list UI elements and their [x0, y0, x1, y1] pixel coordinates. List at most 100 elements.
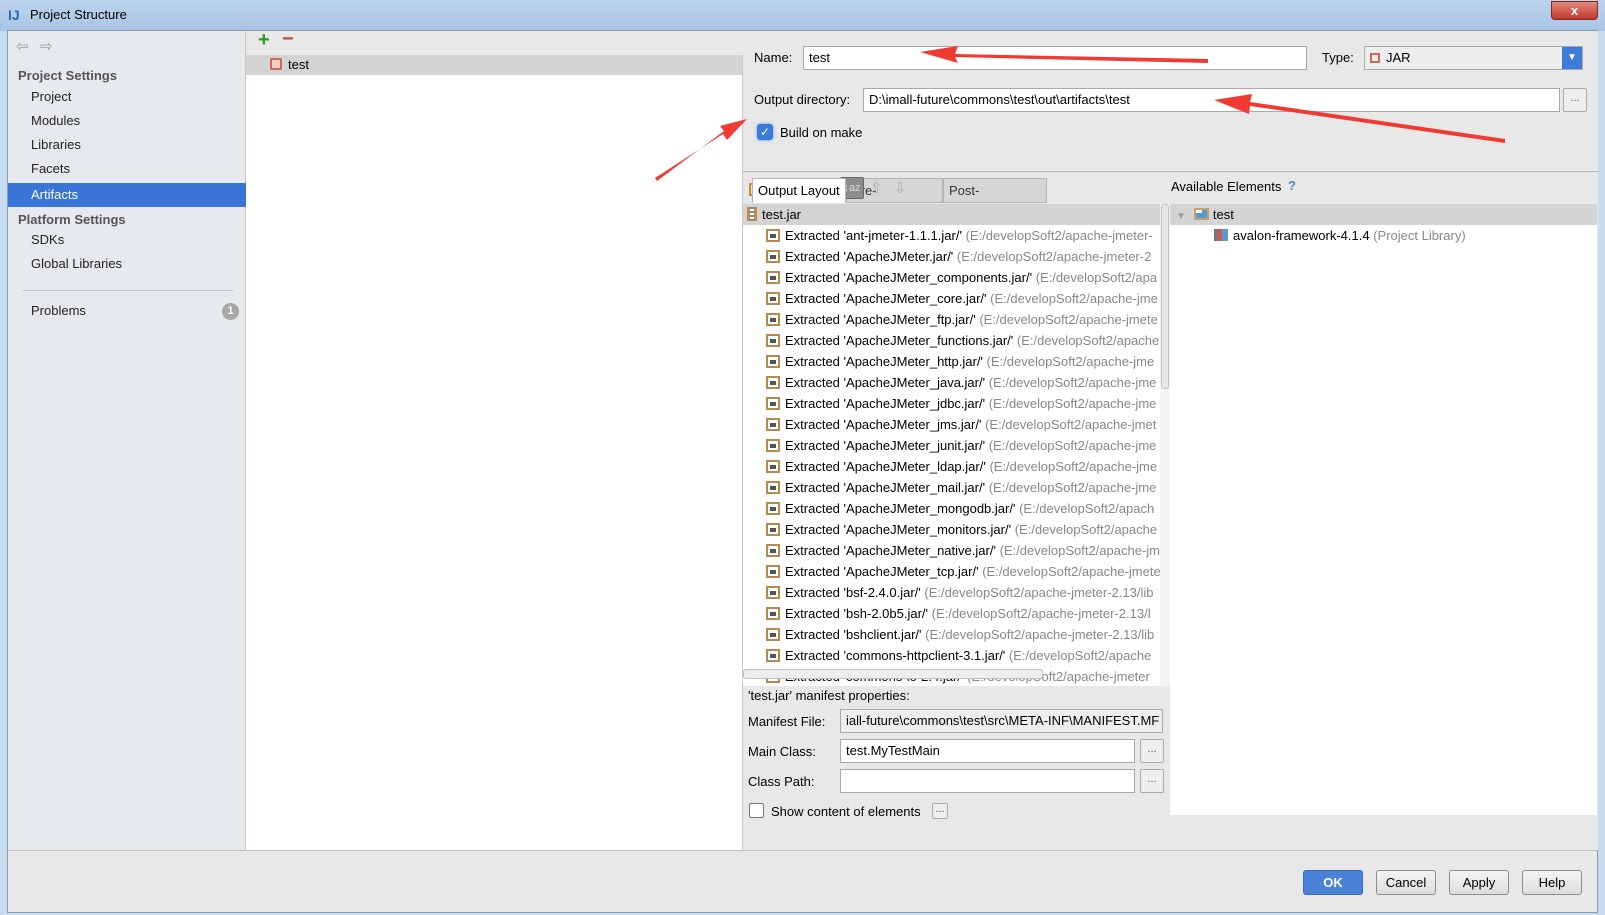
- extracted-directory-icon: [766, 502, 780, 515]
- tree-row[interactable]: Extracted 'ApacheJMeter_java.jar/' (E:/d…: [743, 372, 1160, 393]
- project-settings-heading: Project Settings: [18, 68, 117, 83]
- apply-button[interactable]: Apply: [1449, 870, 1509, 895]
- row-path: (E:/developSoft2/apache-jme: [990, 291, 1158, 306]
- row-name: 'ApacheJMeter_java.jar/': [843, 375, 986, 390]
- ok-button[interactable]: OK: [1303, 870, 1363, 895]
- main-class-input[interactable]: test.MyTestMain: [840, 739, 1135, 763]
- window-title: Project Structure: [30, 7, 127, 22]
- row-path: (E:/developSoft2/apa: [1035, 270, 1158, 285]
- tree-row[interactable]: Extracted 'ApacheJMeter_components.jar/'…: [743, 267, 1160, 288]
- sidebar-item-facets[interactable]: Facets: [8, 157, 246, 181]
- row-path: (E:/developSoft2/apache-jmet: [985, 417, 1157, 432]
- browse-class-path-button[interactable]: ...: [1140, 769, 1164, 793]
- close-button[interactable]: x: [1551, 1, 1598, 20]
- row-path: (E:/developSoft2/apache-jmete: [979, 312, 1158, 327]
- extracted-directory-icon: [766, 565, 780, 578]
- library-name: avalon-framework-4.1.4: [1233, 228, 1370, 243]
- tree-row[interactable]: Extracted 'ApacheJMeter_ftp.jar/' (E:/de…: [743, 309, 1160, 330]
- row-path: (E:/developSoft2/apache-jme: [988, 438, 1157, 453]
- tree-row[interactable]: Extracted 'ApacheJMeter_tcp.jar/' (E:/de…: [743, 561, 1160, 582]
- browse-output-directory-button[interactable]: ...: [1563, 88, 1587, 112]
- available-library-item[interactable]: avalon-framework-4.1.4 (Project Library): [1170, 225, 1597, 246]
- sidebar-item-global-libraries[interactable]: Global Libraries: [8, 252, 246, 276]
- row-name: 'ApacheJMeter.jar/': [843, 249, 954, 264]
- build-on-make-checkbox[interactable]: ✓: [757, 124, 773, 140]
- show-content-options-button[interactable]: ...: [932, 803, 948, 819]
- available-root-test[interactable]: ▼ test: [1170, 204, 1597, 225]
- row-path: (E:/developSoft2/apache-jm: [999, 543, 1160, 558]
- extracted-directory-icon: [766, 481, 780, 494]
- sidebar-item-problems[interactable]: Problems: [8, 299, 246, 323]
- row-prefix: Extracted: [785, 291, 840, 306]
- tree-row[interactable]: Extracted 'ApacheJMeter.jar/' (E:/develo…: [743, 246, 1160, 267]
- cancel-button[interactable]: Cancel: [1376, 870, 1436, 895]
- tree-root-test-jar[interactable]: test.jar: [743, 204, 1160, 225]
- artifact-item-test[interactable]: test: [246, 55, 742, 75]
- tree-row[interactable]: Extracted 'ApacheJMeter_http.jar/' (E:/d…: [743, 351, 1160, 372]
- row-path: (E:/developSoft2/apache-jme: [986, 354, 1155, 369]
- tree-row[interactable]: Extracted 'ApacheJMeter_junit.jar/' (E:/…: [743, 435, 1160, 456]
- sidebar-item-modules[interactable]: Modules: [8, 109, 246, 133]
- show-content-checkbox[interactable]: [749, 803, 764, 818]
- row-name: 'bsf-2.4.0.jar/': [843, 585, 921, 600]
- manifest-file-label: Manifest File:: [748, 714, 826, 729]
- chevron-down-icon[interactable]: ▼: [1562, 47, 1582, 69]
- row-prefix: Extracted: [785, 585, 840, 600]
- remove-artifact-button[interactable]: −: [282, 28, 294, 51]
- tree-row[interactable]: Extracted 'ApacheJMeter_jms.jar/' (E:/de…: [743, 414, 1160, 435]
- sidebar-item-sdks[interactable]: SDKs: [8, 228, 246, 252]
- tab-post-processing[interactable]: Post-processing: [943, 178, 1047, 222]
- row-name: 'ApacheJMeter_core.jar/': [843, 291, 987, 306]
- row-prefix: Extracted: [785, 396, 840, 411]
- row-name: 'bshclient.jar/': [843, 627, 922, 642]
- forward-arrow-icon[interactable]: ⇨: [40, 37, 53, 55]
- name-input[interactable]: test: [803, 46, 1307, 70]
- class-path-input[interactable]: [840, 769, 1135, 793]
- row-prefix: Extracted: [785, 438, 840, 453]
- move-down-icon[interactable]: ⇩: [894, 179, 907, 197]
- build-on-make-label: Build on make: [780, 125, 863, 140]
- tree-row[interactable]: Extracted 'commons-httpclient-3.1.jar/' …: [743, 645, 1160, 666]
- tree-row[interactable]: Extracted 'bshclient.jar/' (E:/developSo…: [743, 624, 1160, 645]
- tree-row[interactable]: Extracted 'ApacheJMeter_mongodb.jar/' (E…: [743, 498, 1160, 519]
- tree-row[interactable]: Extracted 'bsf-2.4.0.jar/' (E:/developSo…: [743, 582, 1160, 603]
- expand-triangle-icon[interactable]: ▼: [1176, 211, 1186, 222]
- tab-output-layout[interactable]: Output Layout: [752, 178, 846, 203]
- tree-row[interactable]: Extracted 'ApacheJMeter_jdbc.jar/' (E:/d…: [743, 393, 1160, 414]
- tree-row[interactable]: Extracted 'ApacheJMeter_ldap.jar/' (E:/d…: [743, 456, 1160, 477]
- row-path: (E:/developSoft2/apache-jmeter-2: [956, 249, 1152, 264]
- sidebar-item-artifacts[interactable]: Artifacts: [8, 183, 246, 207]
- back-arrow-icon[interactable]: ⇦: [16, 37, 29, 55]
- extracted-directory-icon: [766, 292, 780, 305]
- row-name: 'ApacheJMeter_jdbc.jar/': [843, 396, 986, 411]
- tree-row[interactable]: Extracted 'ApacheJMeter_functions.jar/' …: [743, 330, 1160, 351]
- type-select[interactable]: JAR ▼: [1364, 46, 1583, 70]
- row-prefix: Extracted: [785, 606, 840, 621]
- move-up-icon[interactable]: ⇧: [870, 179, 883, 197]
- row-path: (E:/developSoft2/apache-jmete: [982, 564, 1160, 579]
- row-name: 'ApacheJMeter_mongodb.jar/': [843, 501, 1016, 516]
- tree-row[interactable]: Extracted 'ant-jmeter-1.1.1.jar/' (E:/de…: [743, 225, 1160, 246]
- row-name: 'ApacheJMeter_tcp.jar/': [843, 564, 979, 579]
- row-path: (E:/developSoft2/apache-jme: [988, 480, 1157, 495]
- tree-row[interactable]: Extracted 'ApacheJMeter_mail.jar/' (E:/d…: [743, 477, 1160, 498]
- tree-row[interactable]: Extracted 'bsh-2.0b5.jar/' (E:/developSo…: [743, 603, 1160, 624]
- horizontal-scrollbar[interactable]: [743, 669, 1043, 679]
- output-directory-input[interactable]: D:\imall-future\commons\test\out\artifac…: [863, 88, 1560, 112]
- platform-settings-heading: Platform Settings: [18, 212, 126, 227]
- help-icon[interactable]: ?: [1288, 178, 1296, 193]
- tree-row[interactable]: Extracted 'ApacheJMeter_native.jar/' (E:…: [743, 540, 1160, 561]
- extracted-directory-icon: [766, 418, 780, 431]
- browse-main-class-button[interactable]: ...: [1140, 739, 1164, 763]
- manifest-file-input[interactable]: iall-future\commons\test\src\META-INF\MA…: [840, 709, 1163, 733]
- row-prefix: Extracted: [785, 354, 840, 369]
- sidebar-item-libraries[interactable]: Libraries: [8, 133, 246, 157]
- add-artifact-button[interactable]: +: [258, 29, 270, 52]
- vertical-scrollbar[interactable]: [1161, 204, 1169, 389]
- tree-row[interactable]: Extracted 'ApacheJMeter_core.jar/' (E:/d…: [743, 288, 1160, 309]
- module-folder-icon: [1193, 208, 1209, 220]
- sidebar-item-project[interactable]: Project: [8, 85, 246, 109]
- vertical-scrollbar-track: [1160, 204, 1170, 686]
- tree-row[interactable]: Extracted 'ApacheJMeter_monitors.jar/' (…: [743, 519, 1160, 540]
- help-button[interactable]: Help: [1522, 870, 1582, 895]
